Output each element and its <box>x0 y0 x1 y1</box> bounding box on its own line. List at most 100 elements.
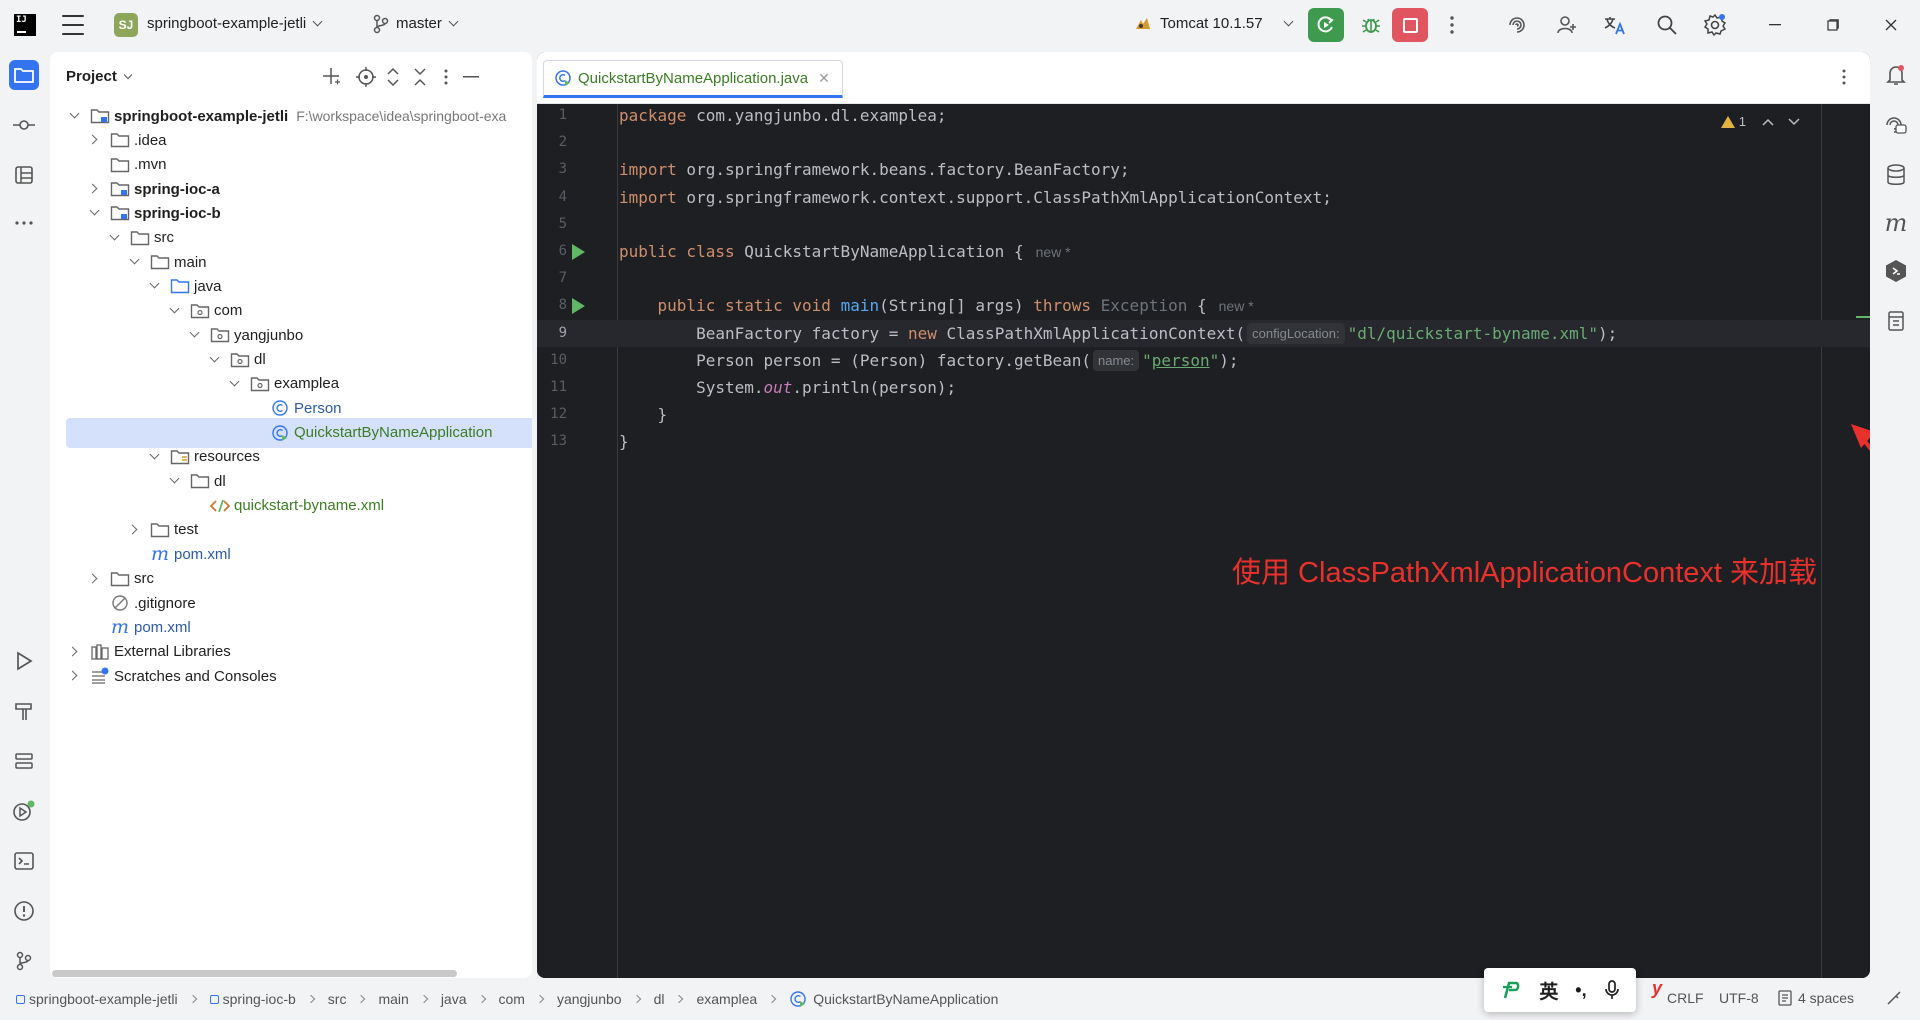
ime-punctuation[interactable]: •, <box>1575 980 1586 1001</box>
file-encoding[interactable]: UTF-8 <box>1719 990 1759 1006</box>
breadcrumb-item[interactable]: src <box>328 991 347 1007</box>
stop-button[interactable] <box>1392 8 1428 42</box>
structure-tool-button[interactable] <box>9 160 39 190</box>
translate-icon[interactable] <box>1602 12 1628 38</box>
editor-tab-quickstart[interactable]: QuickstartByNameApplication.java ✕ <box>543 60 843 98</box>
chevron-down-icon[interactable] <box>148 450 162 464</box>
code-line[interactable]: 8 public static void main(String[] args)… <box>537 292 1870 319</box>
chevron-right-icon[interactable] <box>88 572 102 586</box>
breadcrumb-item[interactable]: com <box>499 991 525 1007</box>
database-icon[interactable] <box>1881 160 1911 190</box>
chevron-down-icon[interactable] <box>148 279 162 293</box>
problems-tool-button[interactable] <box>9 896 39 926</box>
chevron-down-icon[interactable] <box>88 206 102 220</box>
code-line[interactable]: 7 <box>537 265 1870 292</box>
code-line[interactable]: 13} <box>537 428 1870 455</box>
code-line[interactable]: 10 Person person = (Person) factory.getB… <box>537 347 1870 374</box>
chevron-down-icon[interactable] <box>208 353 222 367</box>
ime-language[interactable]: 英 <box>1539 977 1558 1004</box>
select-opened-file-icon[interactable] <box>355 66 377 88</box>
more-tools-icon[interactable] <box>9 208 39 238</box>
bookmarks-icon[interactable] <box>1881 306 1911 336</box>
close-window-button[interactable] <box>1876 12 1906 38</box>
code-line[interactable]: 4 import org.springframework.context.supp… <box>537 184 1870 211</box>
chevron-down-icon[interactable] <box>68 109 82 123</box>
ime-toolbar[interactable]: 英 •, y <box>1484 968 1662 1012</box>
code-line[interactable]: 2 <box>537 129 1870 156</box>
ai-assistant-icon[interactable] <box>1504 12 1530 38</box>
breadcrumb-item[interactable]: examplea <box>696 991 757 1007</box>
tab-actions-icon[interactable] <box>1834 66 1854 88</box>
options-icon[interactable] <box>435 66 457 88</box>
chevron-down-icon[interactable] <box>228 377 242 391</box>
maven-icon[interactable]: m <box>1881 208 1911 238</box>
debug-button[interactable] <box>1354 8 1388 42</box>
code-line[interactable]: 12 } <box>537 401 1870 428</box>
run-gutter-icon[interactable] <box>572 298 585 315</box>
chevron-down-icon[interactable] <box>168 304 182 318</box>
code-editor[interactable]: 1 1 package com.yangjunbo.dl.examplea; 2 3 i… <box>537 104 1870 978</box>
code-line[interactable]: 6 public class QuickstartByNameApplicatio… <box>537 238 1870 265</box>
microphone-icon[interactable] <box>1604 979 1620 1001</box>
expand-all-icon[interactable] <box>382 66 404 88</box>
plugin-icon[interactable] <box>1881 256 1911 286</box>
run-tool-button[interactable] <box>9 646 39 676</box>
chevron-down-icon[interactable] <box>188 328 202 342</box>
minimize-button[interactable] <box>1760 12 1790 38</box>
search-icon[interactable] <box>1654 12 1680 38</box>
project-switcher[interactable]: springboot-example-jetli <box>147 15 323 32</box>
hide-panel-icon[interactable] <box>460 66 482 88</box>
chevron-right-icon[interactable] <box>68 669 82 683</box>
chevron-right-icon[interactable] <box>68 645 82 659</box>
code-line[interactable]: 1 package com.yangjunbo.dl.examplea; <box>537 102 1870 129</box>
breadcrumb-item[interactable]: dl <box>654 991 665 1007</box>
code-with-me-icon[interactable] <box>1554 12 1580 38</box>
git-branch-icon[interactable] <box>372 14 390 34</box>
run-gutter-icon[interactable] <box>572 244 585 260</box>
chevron-down-icon[interactable] <box>128 255 142 269</box>
breadcrumb-item[interactable]: springboot-example-jetli <box>16 991 178 1007</box>
project-badge[interactable]: SJ <box>114 13 138 37</box>
debug-tool-button[interactable] <box>9 796 39 826</box>
rerun-button[interactable] <box>1308 8 1344 42</box>
breadcrumb-item[interactable]: QuickstartByNameApplication <box>789 990 998 1008</box>
branch-switcher[interactable]: master <box>396 15 459 32</box>
code-line[interactable]: 9 BeanFactory factory = new ClassPathXml… <box>537 319 1870 347</box>
breadcrumb-item[interactable]: main <box>378 991 408 1007</box>
breadcrumb-item[interactable]: spring-ioc-b <box>209 991 296 1007</box>
new-file-icon[interactable] <box>320 66 342 88</box>
line-separator[interactable]: CRLF <box>1667 990 1704 1006</box>
code-line[interactable]: 5 <box>537 211 1870 238</box>
run-config-selector[interactable]: Tomcat 10.1.57 <box>1160 15 1294 32</box>
lock-status-icon[interactable] <box>1886 990 1902 1006</box>
tree-item[interactable]: Scratches and Consoles <box>50 661 532 691</box>
indent-widget[interactable]: 4 spaces <box>1778 990 1854 1006</box>
services-tool-button[interactable] <box>9 746 39 776</box>
terminal-tool-button[interactable] <box>9 846 39 876</box>
git-tool-button[interactable] <box>9 946 39 976</box>
breadcrumb-item[interactable]: yangjunbo <box>557 991 622 1007</box>
commit-tool-button[interactable] <box>9 110 39 140</box>
chevron-right-icon[interactable] <box>128 523 142 537</box>
chevron-down-icon[interactable] <box>108 231 122 245</box>
settings-gear-icon[interactable] <box>1702 12 1728 38</box>
project-tree-scrollbar[interactable] <box>50 970 532 978</box>
close-tab-icon[interactable]: ✕ <box>818 70 830 87</box>
ai-chat-icon[interactable] <box>1881 110 1911 140</box>
main-menu-icon[interactable] <box>62 15 84 35</box>
project-tool-button[interactable] <box>9 60 39 90</box>
code-line[interactable]: 11 System.out.println(person); <box>537 374 1870 401</box>
collapse-all-icon[interactable] <box>409 66 431 88</box>
chevron-down-icon[interactable] <box>168 474 182 488</box>
more-actions-icon[interactable] <box>1439 12 1465 38</box>
notifications-icon[interactable] <box>1881 60 1911 90</box>
build-tool-button[interactable] <box>9 696 39 726</box>
intellij-logo-icon[interactable]: IJ <box>14 14 36 36</box>
project-view-selector[interactable]: Project <box>66 68 133 85</box>
ime-logo-icon[interactable] <box>1500 979 1522 1001</box>
chevron-right-icon[interactable] <box>88 182 102 196</box>
code-line[interactable]: 3 import org.springframework.beans.factor… <box>537 156 1870 183</box>
chevron-right-icon[interactable] <box>88 133 102 147</box>
maximize-button[interactable] <box>1818 12 1848 38</box>
breadcrumb-item[interactable]: java <box>441 991 467 1007</box>
